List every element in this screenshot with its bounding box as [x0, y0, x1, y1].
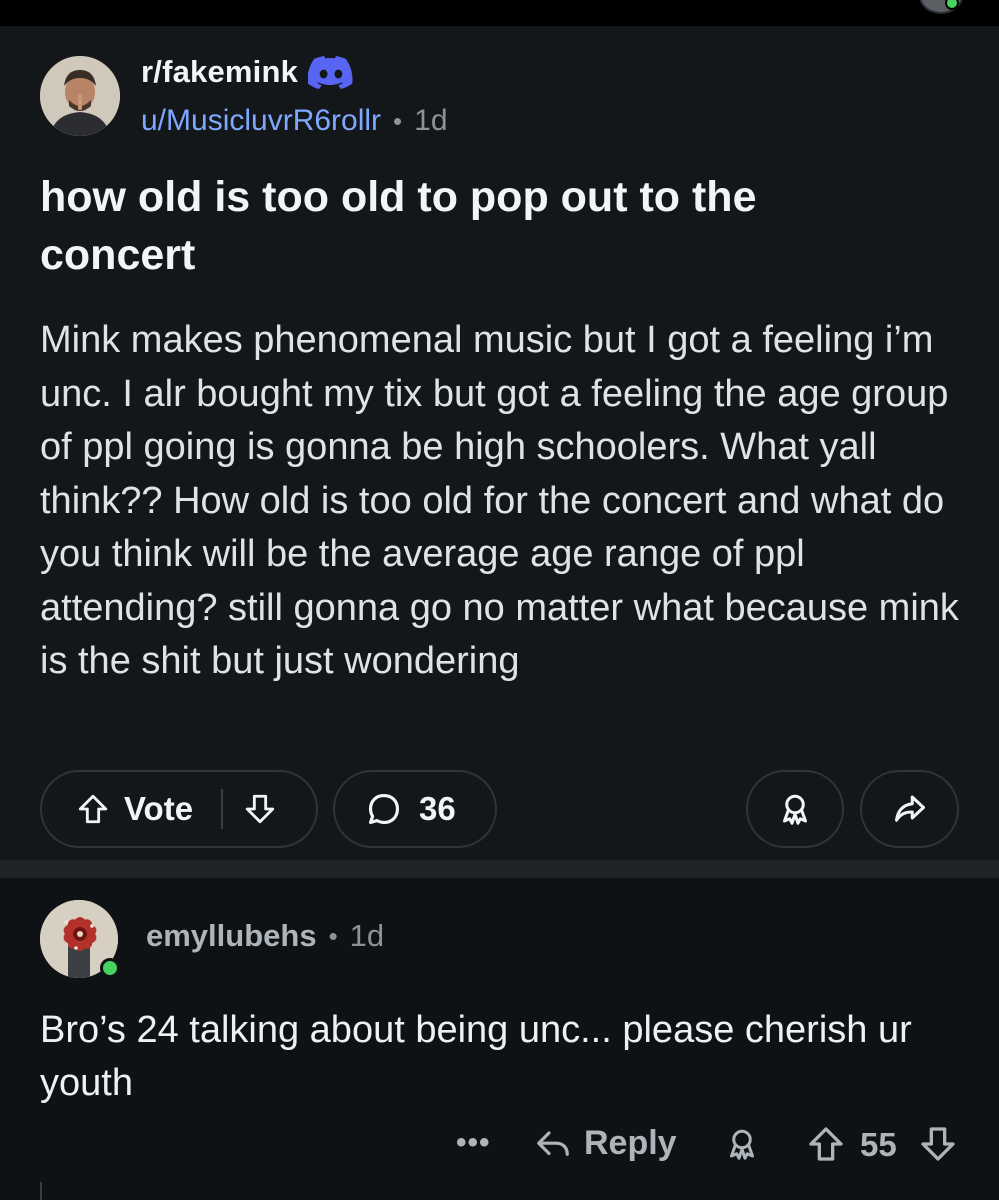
comment-count: 36	[419, 790, 456, 827]
post-author[interactable]: u/MusicluvrR6rollr	[141, 104, 381, 138]
comment-body: Bro’s 24 talking about being unc... plea…	[40, 1009, 912, 1104]
arrow-up-icon[interactable]	[806, 1124, 846, 1164]
post-author-avatar[interactable]	[40, 56, 120, 136]
award-icon[interactable]	[724, 1126, 760, 1162]
share-arrow-icon	[892, 791, 928, 827]
post-age: 1d	[414, 104, 448, 137]
discord-icon	[307, 55, 354, 89]
award-icon	[777, 791, 813, 827]
meta-separator: •	[393, 105, 403, 136]
more-options-icon[interactable]: •••	[456, 1126, 491, 1160]
vote-control: Vote	[40, 770, 318, 848]
comment-meta: emyllubehs • 1d	[146, 918, 384, 954]
top-status-strip	[0, 0, 999, 26]
arrow-down-icon[interactable]	[918, 1124, 958, 1164]
thread-line	[40, 1182, 42, 1200]
comment-score: 55	[860, 1126, 897, 1163]
comments-button[interactable]: 36	[333, 770, 497, 848]
post-card: r/fakemink u/MusicluvrR6rollr • 1d how o…	[0, 26, 999, 860]
subreddit-label[interactable]: r/fakemink	[141, 54, 298, 90]
award-button[interactable]	[746, 770, 844, 848]
comment-age: 1d	[349, 918, 385, 953]
reply-arrow-icon	[534, 1125, 572, 1163]
vote-divider	[221, 789, 224, 829]
post-body: Mink makes phenomenal music but I got a …	[40, 319, 959, 682]
avatar-image	[40, 56, 120, 136]
comment-actions: ••• Reply 55	[0, 1118, 999, 1174]
share-button[interactable]	[860, 770, 959, 848]
arrow-down-icon[interactable]	[243, 792, 277, 826]
post-title[interactable]: how old is too old to pop out to the con…	[40, 168, 840, 284]
post-meta: u/MusicluvrR6rollr • 1d	[141, 104, 448, 138]
online-status-dot	[945, 0, 959, 10]
reply-label: Reply	[584, 1124, 677, 1162]
comment: emyllubehs • 1d Bro’s 24 talking about b…	[0, 878, 999, 1200]
vote-label: Vote	[124, 790, 194, 827]
subreddit-name[interactable]: r/fakemink	[141, 54, 354, 90]
comment-author[interactable]: emyllubehs	[146, 918, 317, 954]
meta-separator: •	[328, 920, 338, 951]
online-status-dot	[100, 958, 120, 978]
section-divider	[0, 860, 999, 878]
arrow-up-icon[interactable]	[76, 792, 110, 826]
reply-button[interactable]: Reply	[534, 1124, 677, 1163]
speech-bubble-icon	[365, 790, 403, 828]
